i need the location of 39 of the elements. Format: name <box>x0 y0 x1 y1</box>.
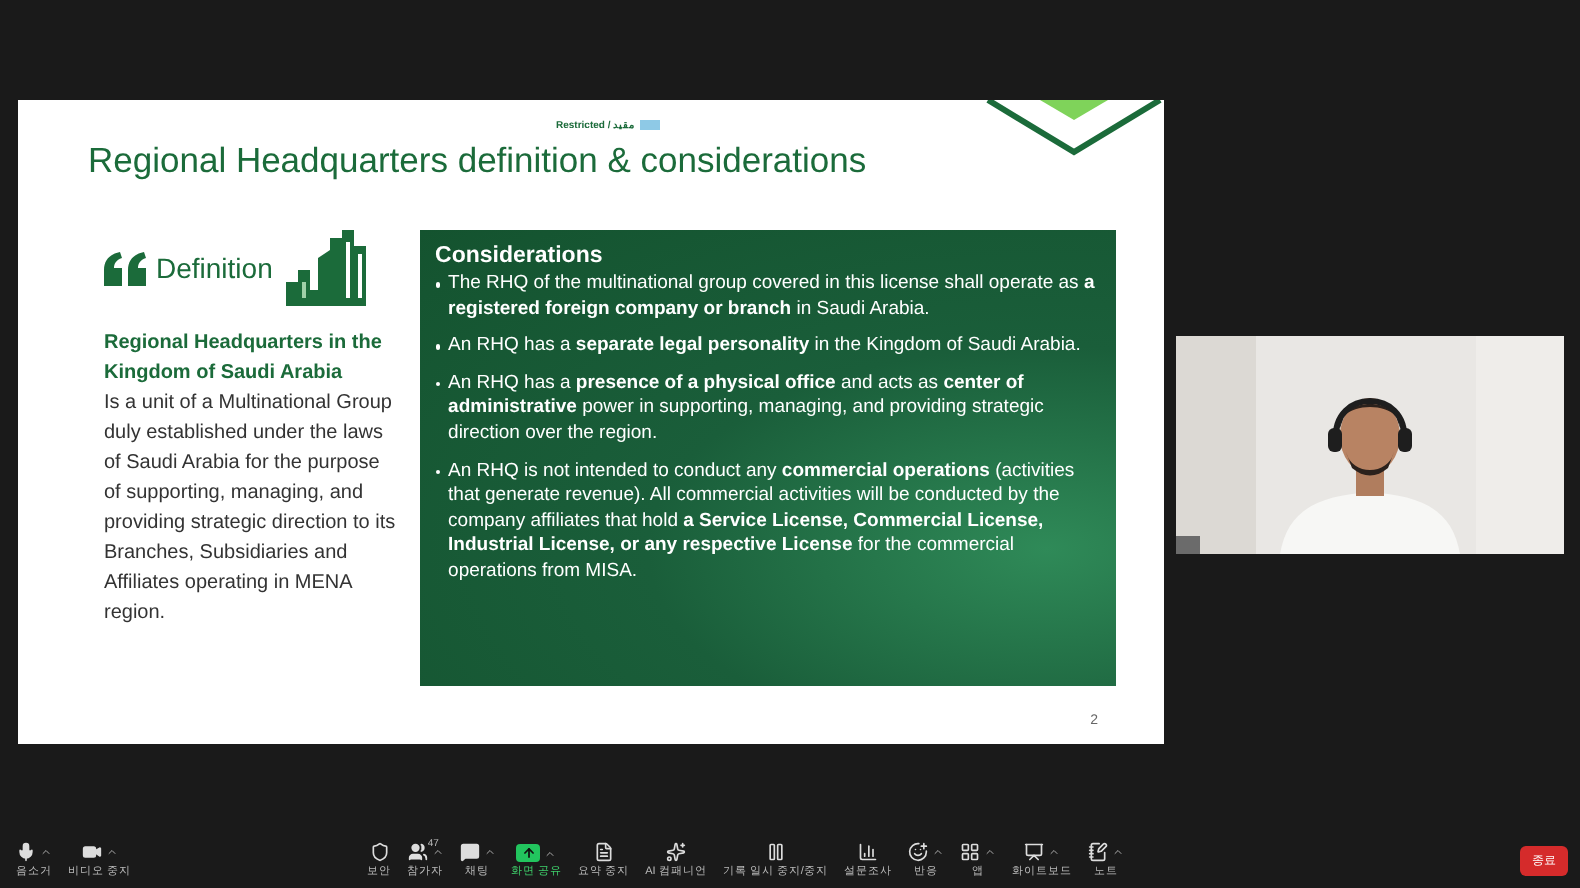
sparkle-icon <box>665 842 686 862</box>
caret-icon <box>40 846 52 858</box>
camera-icon <box>81 842 102 862</box>
share-screen-icon <box>516 844 541 862</box>
caret-icon <box>1047 846 1060 858</box>
document-icon <box>593 842 614 862</box>
notebook-icon <box>1087 842 1108 862</box>
people-icon <box>407 842 428 862</box>
slide-title: Regional Headquarters definition & considerations <box>88 140 869 182</box>
consideration-text: An RHQ is not intended to conduct any commercial operations (activities that generate revenue). All commercial activities will be conducted by the company affiliates that hold a Service License, Commercial License, Industrial License, or any respective License for the commercial operations from MISA. <box>448 459 1077 586</box>
bullet-icon <box>435 282 441 287</box>
caret-icon <box>931 846 944 858</box>
consideration-text: The RHQ of the multinational group covered in this license shall operate as a registered foreign company or branch in Saudi Arabia. <box>448 272 1097 323</box>
caret-icon <box>483 846 496 858</box>
considerations-heading: Considerations <box>435 244 605 268</box>
pause-icon <box>765 842 786 862</box>
caret-icon <box>983 846 996 858</box>
consideration-text: An RHQ has a presence of a physical office and acts as center of administrative power in supporting, managing, and providing strategic direction over the region. <box>448 371 1046 448</box>
consideration-text: An RHQ has a separate legal personality in the Kingdom of Saudi Arabia. <box>448 334 1081 360</box>
speech-bubble-icon <box>459 842 480 862</box>
bar-chart-icon <box>857 842 878 862</box>
buildings-icon <box>286 230 371 306</box>
caret-icon <box>544 847 557 859</box>
caret-icon <box>105 846 118 858</box>
smiley-icon <box>907 842 928 862</box>
caret-icon <box>431 846 444 858</box>
whiteboard-icon <box>1023 842 1044 862</box>
definition-subtitle: Regional Headquarters in the Kingdom of Saudi Arabia <box>104 330 384 387</box>
chevron-logo-icon <box>984 100 1164 156</box>
bullet-icon <box>435 344 441 350</box>
bullet-icon <box>435 381 441 387</box>
definition-text: Is a unit of a Multinational Group duly established under the laws of Saudi Arabia for the purpose of supporting, managing, and providing strategic direction to its Branches, Subsidiaries and Affiliates operating in MENA region. <box>104 390 398 628</box>
quote-mark-icon <box>104 251 148 285</box>
bullet-icon <box>435 469 441 475</box>
grid-icon <box>959 842 980 862</box>
caret-icon <box>1111 846 1124 858</box>
microphone-icon <box>16 842 36 862</box>
definition-heading: Definition <box>156 252 273 284</box>
shield-icon <box>369 842 390 862</box>
